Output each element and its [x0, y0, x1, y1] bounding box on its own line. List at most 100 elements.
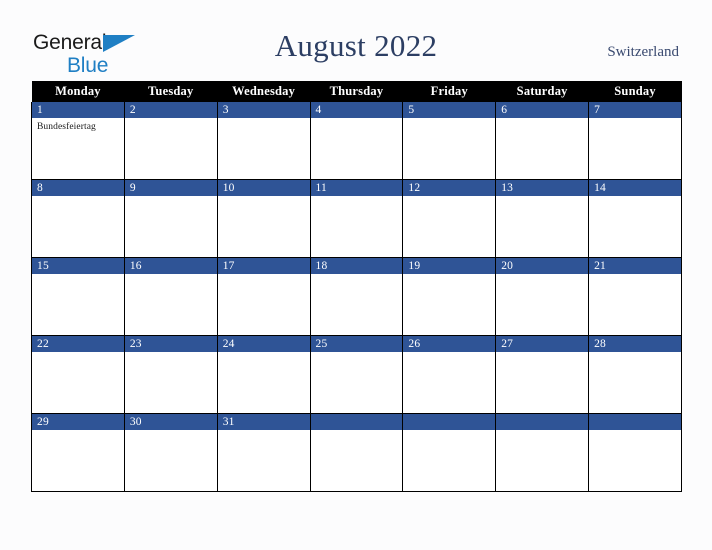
day-events: [32, 196, 124, 199]
weekday-header-tuesday: Tuesday: [124, 81, 218, 102]
day-number: 16: [124, 258, 217, 274]
day-number: 13: [496, 180, 589, 196]
calendar-day-cell[interactable]: 5: [402, 102, 497, 180]
calendar-week-row: 15 16 17 18 19 20 21: [31, 257, 682, 336]
calendar-day-cell[interactable]: 14: [588, 179, 682, 258]
day-number: [496, 414, 589, 430]
calendar-day-cell[interactable]: 20: [495, 257, 590, 336]
calendar-day-cell[interactable]: 3: [216, 102, 311, 180]
calendar-day-cell[interactable]: 17: [216, 257, 311, 336]
page-title: August 2022: [274, 28, 438, 63]
day-number: 26: [403, 336, 496, 352]
day-number: 27: [496, 336, 589, 352]
calendar-day-cell[interactable]: 13: [495, 179, 590, 258]
day-events: [496, 196, 588, 199]
calendar-day-cell[interactable]: 8: [31, 179, 125, 258]
weekday-header-wednesday: Wednesday: [217, 81, 311, 102]
day-events: [496, 118, 588, 121]
day-number: 30: [124, 414, 217, 430]
day-events: [496, 430, 588, 433]
day-number: 21: [589, 258, 681, 274]
calendar-header-row: Monday Tuesday Wednesday Thursday Friday…: [31, 81, 682, 102]
calendar-day-cell[interactable]: 9: [123, 179, 218, 258]
calendar-day-cell[interactable]: 30: [123, 413, 218, 492]
day-events: [589, 352, 681, 355]
day-events: [125, 430, 217, 433]
calendar-page: General Blue August 2022 Switzerland Mon…: [0, 0, 712, 550]
calendar-day-cell[interactable]: 28: [588, 335, 682, 414]
day-events: [403, 352, 495, 355]
calendar-day-cell[interactable]: [402, 413, 497, 492]
day-number: 14: [589, 180, 681, 196]
weekday-header-thursday: Thursday: [310, 81, 403, 102]
day-number: 18: [310, 258, 403, 274]
calendar-day-cell[interactable]: 2: [123, 102, 218, 180]
day-events: [403, 118, 495, 121]
day-number: 11: [310, 180, 403, 196]
calendar-day-cell[interactable]: 26: [402, 335, 497, 414]
day-number: 1: [32, 102, 124, 118]
holiday-label: Bundesfeiertag: [37, 122, 96, 132]
day-events: [218, 352, 310, 355]
calendar-day-cell[interactable]: 7: [588, 102, 682, 180]
day-events: [589, 274, 681, 277]
calendar-day-cell[interactable]: [495, 413, 590, 492]
calendar-day-cell[interactable]: 11: [309, 179, 404, 258]
day-events: Bundesfeiertag: [32, 118, 124, 133]
day-number: [403, 414, 496, 430]
calendar-day-cell[interactable]: 6: [495, 102, 590, 180]
calendar-day-cell[interactable]: 18: [309, 257, 404, 336]
day-number: 6: [496, 102, 589, 118]
day-number: [589, 414, 681, 430]
calendar-day-cell[interactable]: 27: [495, 335, 590, 414]
day-events: [32, 430, 124, 433]
day-number: 20: [496, 258, 589, 274]
day-events: [311, 118, 403, 121]
calendar-day-cell[interactable]: 29: [31, 413, 125, 492]
day-number: 5: [403, 102, 496, 118]
calendar-day-cell[interactable]: 16: [123, 257, 218, 336]
weekday-header-sunday: Sunday: [588, 81, 682, 102]
calendar-day-cell[interactable]: 25: [309, 335, 404, 414]
day-number: 9: [124, 180, 217, 196]
day-events: [218, 274, 310, 277]
day-events: [125, 352, 217, 355]
day-events: [125, 196, 217, 199]
day-events: [589, 196, 681, 199]
calendar-week-row: 1 Bundesfeiertag 2 3 4 5 6 7: [31, 102, 682, 180]
day-events: [403, 430, 495, 433]
calendar-body: 1 Bundesfeiertag 2 3 4 5 6 7 8 9 10 11 12 13 14 15 16 17 1…: [31, 102, 682, 492]
day-events: [589, 118, 681, 121]
calendar-day-cell[interactable]: 23: [123, 335, 218, 414]
calendar-day-cell[interactable]: 1 Bundesfeiertag: [31, 102, 125, 180]
day-events: [589, 430, 681, 433]
day-number: 8: [32, 180, 124, 196]
day-number: 7: [589, 102, 681, 118]
calendar-day-cell[interactable]: 19: [402, 257, 497, 336]
day-events: [32, 274, 124, 277]
calendar-day-cell[interactable]: [309, 413, 404, 492]
calendar-day-cell[interactable]: [588, 413, 682, 492]
weekday-header-monday: Monday: [31, 81, 125, 102]
calendar-day-cell[interactable]: 4: [309, 102, 404, 180]
day-events: [403, 274, 495, 277]
calendar-week-row: 22 23 24 25 26 27 28: [31, 335, 682, 414]
day-events: [218, 196, 310, 199]
weekday-header-row: Monday Tuesday Wednesday Thursday Friday…: [31, 81, 682, 102]
calendar-day-cell[interactable]: 12: [402, 179, 497, 258]
day-number: 3: [217, 102, 310, 118]
page-header: General Blue August 2022 Switzerland: [0, 0, 712, 78]
calendar-day-cell[interactable]: 31: [216, 413, 311, 492]
calendar-day-cell[interactable]: 24: [216, 335, 311, 414]
calendar-day-cell[interactable]: 22: [31, 335, 125, 414]
calendar-grid: Monday Tuesday Wednesday Thursday Friday…: [31, 81, 682, 492]
day-number: 23: [124, 336, 217, 352]
day-events: [32, 352, 124, 355]
day-number: 19: [403, 258, 496, 274]
day-events: [125, 118, 217, 121]
calendar-day-cell[interactable]: 10: [216, 179, 311, 258]
calendar-day-cell[interactable]: 21: [588, 257, 682, 336]
day-number: 22: [32, 336, 124, 352]
calendar-day-cell[interactable]: 15: [31, 257, 125, 336]
day-events: [125, 274, 217, 277]
